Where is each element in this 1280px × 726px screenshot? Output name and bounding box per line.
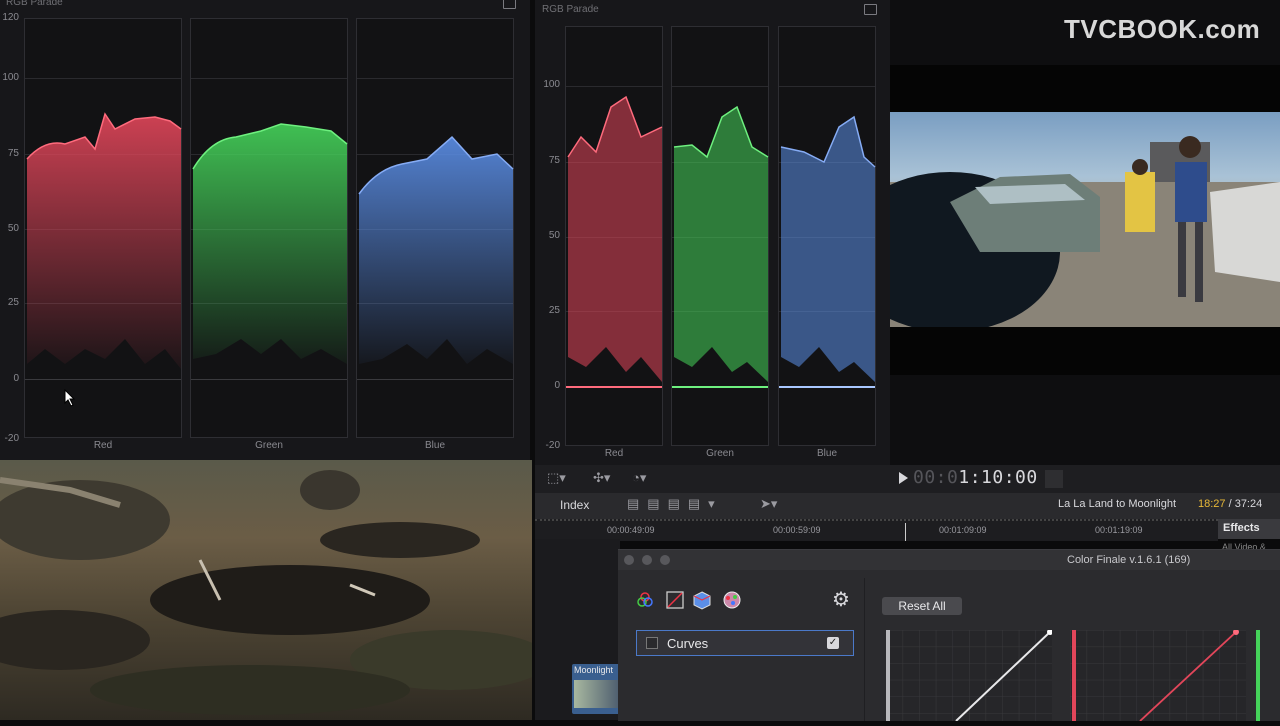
plugin-titlebar: Color Finale v.1.6.1 (169) bbox=[618, 550, 1280, 570]
duration-total: / 37:24 bbox=[1225, 498, 1263, 510]
layers-toolbar bbox=[636, 590, 756, 617]
left-video-frame bbox=[0, 460, 532, 720]
y-tick-label: 120 bbox=[2, 12, 19, 23]
timecode-prefix: 00:0 bbox=[913, 467, 959, 488]
plugin-settings-gear-icon[interactable]: ⚙ bbox=[832, 590, 850, 610]
timecode-display[interactable]: 00:01:10:00 bbox=[913, 467, 1038, 488]
index-button[interactable]: Index bbox=[560, 498, 589, 512]
y-tick-label: 25 bbox=[7, 297, 19, 308]
left-rgb-parade-panel: RGB Parade 120 100 75 50 25 0 -20 Red Gr… bbox=[0, 0, 530, 460]
scope-settings-icon[interactable] bbox=[864, 4, 877, 15]
y-tick-label: 0 bbox=[13, 373, 19, 384]
layer-visible-checkbox[interactable]: ✓ bbox=[827, 637, 839, 649]
timeline-index-bar: Index ▤▤▤▤▾ ➤▾ La La Land to Moonlight 1… bbox=[535, 493, 1280, 519]
column-label-green: Green bbox=[706, 448, 734, 459]
duration-current: 18:27 bbox=[1198, 498, 1226, 510]
speed-icon[interactable]: ◔▾ bbox=[632, 470, 646, 486]
mouse-cursor-icon bbox=[64, 389, 76, 407]
effects-tab[interactable]: Effects bbox=[1218, 519, 1280, 539]
parade-red-column bbox=[24, 18, 182, 438]
audio-meter-icon[interactable] bbox=[1045, 470, 1063, 488]
ruler-tick: 00:01:19:09 bbox=[1095, 525, 1143, 535]
timecode-value: 1:10:00 bbox=[958, 467, 1038, 488]
blue-waveform bbox=[358, 135, 514, 364]
layer-name: Curves bbox=[667, 636, 709, 651]
column-label-green: Green bbox=[255, 440, 283, 451]
ruler-tick: 00:01:09:09 bbox=[939, 525, 987, 535]
column-label-red: Red bbox=[604, 448, 624, 459]
left-scope-title: RGB Parade bbox=[6, 0, 63, 8]
ruler-tick: 00:00:59:09 bbox=[773, 525, 821, 535]
parade-green-column bbox=[190, 18, 348, 438]
green-waveform bbox=[192, 123, 348, 364]
master-curve-editor[interactable] bbox=[886, 629, 1053, 722]
parade-blue-column bbox=[778, 26, 876, 446]
minimize-window-button[interactable] bbox=[642, 555, 652, 565]
timeline-area: Moonlight bbox=[535, 539, 620, 720]
red-waveform bbox=[26, 112, 182, 369]
column-label-blue: Blue bbox=[816, 448, 837, 459]
y-tick-label: 25 bbox=[548, 305, 560, 316]
ruler-tick: 00:00:49:09 bbox=[607, 525, 655, 535]
layer-enable-checkbox[interactable] bbox=[646, 637, 658, 649]
y-tick-label: -20 bbox=[545, 440, 560, 451]
reset-all-button[interactable]: Reset All bbox=[882, 597, 962, 615]
y-tick-label: -20 bbox=[4, 433, 19, 444]
y-tick-label: 50 bbox=[548, 230, 560, 241]
add-color-wheel-layer-icon[interactable] bbox=[723, 591, 741, 609]
add-lut-layer-icon[interactable] bbox=[693, 591, 711, 610]
landscape-image bbox=[0, 470, 532, 715]
timeline-ruler: 00:00:49:09 00:00:59:09 00:01:09:09 00:0… bbox=[535, 519, 1218, 541]
project-duration: 18:27 / 37:24 bbox=[1198, 498, 1262, 510]
y-tick-label: 0 bbox=[554, 380, 560, 391]
panel-divider bbox=[864, 578, 865, 721]
timeline-clip[interactable]: Moonlight bbox=[572, 664, 620, 714]
transform-tools-icon[interactable]: ✣▾ bbox=[593, 470, 610, 486]
playhead[interactable] bbox=[905, 523, 906, 541]
y-tick-label: 75 bbox=[7, 148, 19, 159]
close-window-button[interactable] bbox=[624, 555, 634, 565]
viewer-panel: TVCBOOK.com bbox=[890, 0, 1280, 465]
watermark-text: TVCBOOK.com bbox=[1064, 14, 1261, 44]
y-tick-label: 50 bbox=[7, 223, 19, 234]
select-tool-icon[interactable]: ➤▾ bbox=[760, 496, 777, 512]
column-label-red: Red bbox=[93, 440, 113, 451]
add-color-layer-icon[interactable] bbox=[637, 592, 653, 607]
parade-green-column bbox=[671, 26, 769, 446]
view-options-icon[interactable]: ⬚▾ bbox=[547, 470, 566, 486]
green-waveform bbox=[673, 105, 769, 382]
project-name: La La Land to Moonlight bbox=[1058, 498, 1177, 510]
add-curves-layer-icon[interactable] bbox=[666, 591, 684, 609]
transport-toolbar: ⬚▾ ✣▾ ◔▾ 00:01:10:00 bbox=[535, 465, 1280, 493]
green-curve-strip bbox=[1256, 630, 1260, 721]
parade-red-column bbox=[565, 26, 663, 446]
red-curve-editor[interactable] bbox=[1070, 629, 1246, 722]
y-tick-label: 75 bbox=[548, 155, 560, 166]
red-waveform bbox=[567, 95, 663, 382]
color-finale-window: Color Finale v.1.6.1 (169) ⚙ Curves ✓ Re… bbox=[618, 549, 1280, 722]
viewer-frame-image bbox=[890, 112, 1280, 327]
zoom-window-button[interactable] bbox=[660, 555, 670, 565]
clip-label: Moonlight bbox=[574, 665, 614, 675]
y-tick-label: 100 bbox=[543, 79, 560, 90]
plugin-title: Color Finale v.1.6.1 (169) bbox=[1067, 554, 1191, 566]
right-rgb-parade-panel: RGB Parade 100 75 50 25 0 -20 Red Green … bbox=[535, 0, 890, 465]
play-icon[interactable] bbox=[899, 472, 908, 484]
timeline-clip-appearance-icon[interactable]: ▤▤▤▤▾ bbox=[627, 496, 723, 512]
scope-settings-icon[interactable] bbox=[503, 0, 516, 9]
blue-waveform bbox=[780, 115, 876, 382]
right-scope-title: RGB Parade bbox=[542, 4, 599, 15]
parade-blue-column bbox=[356, 18, 514, 438]
layer-curves[interactable]: Curves ✓ bbox=[636, 630, 854, 656]
column-label-blue: Blue bbox=[424, 440, 445, 451]
y-tick-label: 100 bbox=[2, 72, 19, 83]
